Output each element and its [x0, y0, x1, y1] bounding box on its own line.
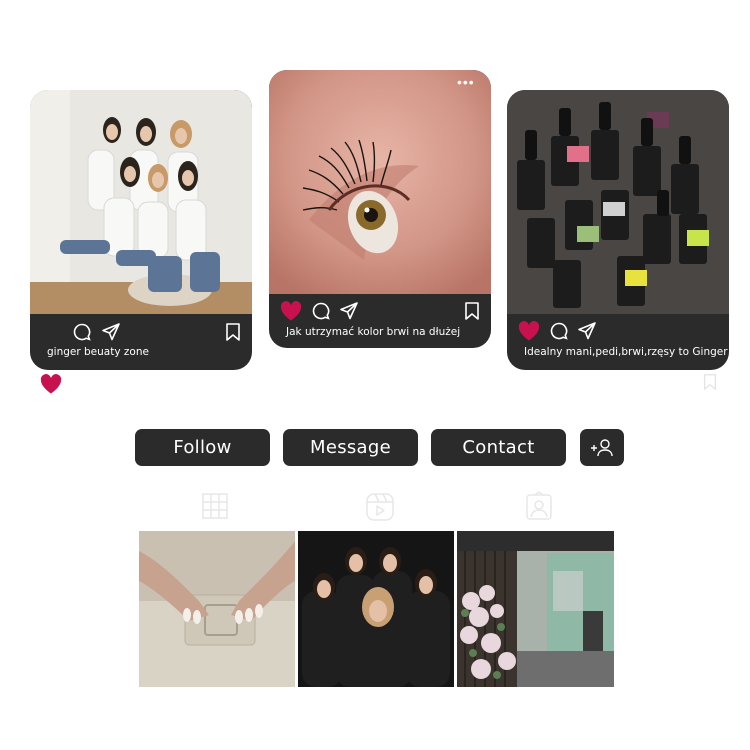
contact-button[interactable]: Contact: [431, 429, 566, 466]
bookmark-icon[interactable]: [702, 373, 718, 391]
heart-icon[interactable]: [517, 320, 541, 342]
message-button[interactable]: Message: [283, 429, 418, 466]
post-caption: Jak utrzymać kolor brwi na dłużej: [286, 326, 461, 338]
post-card-3[interactable]: Idealny mani,pedi,brwi,rzęsy to Ginger: [507, 90, 729, 370]
post-caption: Idealny mani,pedi,brwi,rzęsy to Ginger: [524, 346, 728, 358]
heart-icon[interactable]: [279, 300, 303, 322]
grid-photo-salon[interactable]: [457, 531, 614, 687]
grid-photo-team[interactable]: [298, 531, 454, 687]
add-user-button[interactable]: [580, 429, 624, 466]
post-card-1[interactable]: ginger beuaty zone: [30, 90, 252, 370]
post-card-2[interactable]: ••• Jak utrzymać kolor brwi na dłużej: [269, 70, 491, 348]
share-icon[interactable]: [101, 322, 121, 342]
add-user-icon: [591, 438, 613, 456]
post-photo-nail-polish[interactable]: [507, 90, 729, 314]
bookmark-icon[interactable]: [464, 301, 480, 321]
post-photo-eye[interactable]: [269, 70, 491, 294]
comment-icon[interactable]: [72, 322, 92, 342]
comment-icon[interactable]: [549, 321, 569, 341]
reels-icon[interactable]: [365, 492, 395, 522]
more-icon[interactable]: •••: [457, 74, 475, 90]
share-icon[interactable]: [339, 301, 359, 321]
heart-icon[interactable]: [39, 373, 63, 395]
comment-icon[interactable]: [311, 301, 331, 321]
grid-photo-manicure[interactable]: [139, 531, 295, 687]
post-photo-group[interactable]: [30, 90, 252, 314]
share-icon[interactable]: [577, 321, 597, 341]
bookmark-icon[interactable]: [225, 322, 241, 342]
grid-icon[interactable]: [201, 492, 229, 520]
tagged-icon[interactable]: [525, 491, 553, 521]
post-caption: ginger beuaty zone: [47, 346, 149, 358]
follow-button[interactable]: Follow: [135, 429, 270, 466]
